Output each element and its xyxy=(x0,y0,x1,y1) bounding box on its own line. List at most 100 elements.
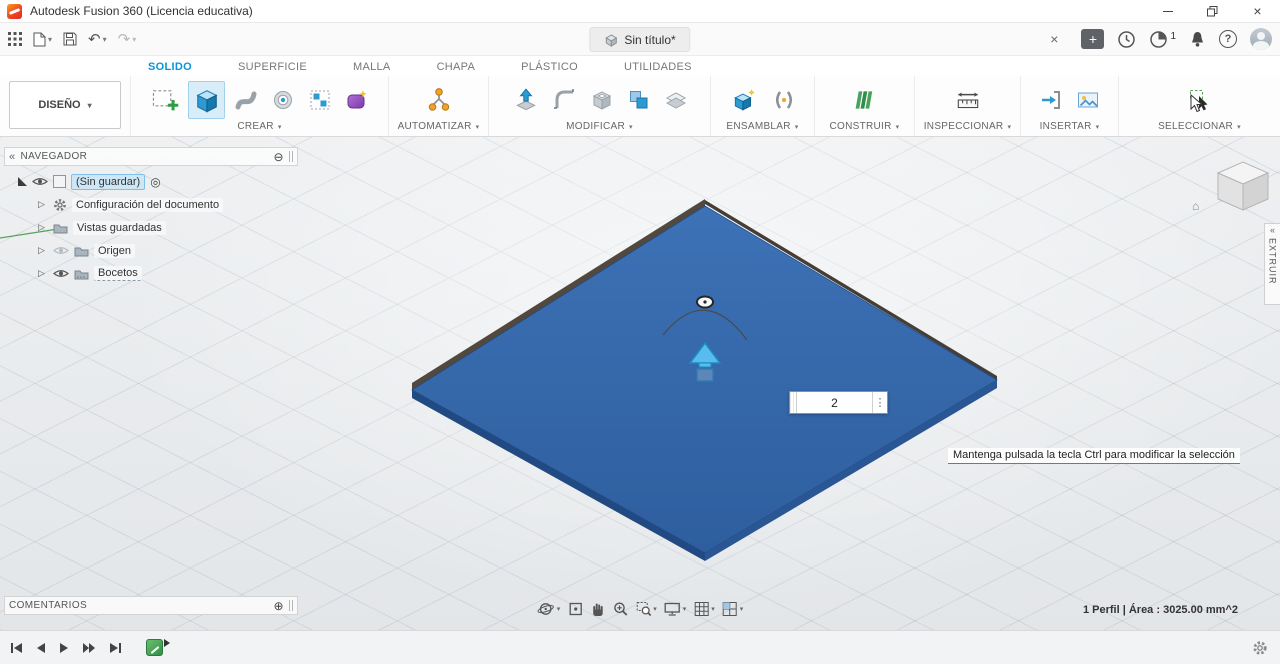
timeline-playhead-icon[interactable] xyxy=(164,639,170,647)
press-pull-tool[interactable] xyxy=(507,81,544,119)
minimize-button[interactable] xyxy=(1145,0,1190,22)
offset-plane-tool[interactable] xyxy=(660,83,692,117)
measure-tool[interactable] xyxy=(949,81,986,119)
restore-button[interactable] xyxy=(1190,0,1235,22)
new-component-tool[interactable] xyxy=(726,81,763,119)
document-name-label[interactable]: (Sin guardar) xyxy=(71,173,146,190)
group-modificar-dropdown[interactable]: MODIFICAR ▾ xyxy=(566,121,633,133)
navigator-header[interactable]: « NAVEGADOR ⊖ xyxy=(4,147,298,166)
undo-button[interactable]: ↶ ▾ xyxy=(88,30,107,48)
extrude-dialog-tab[interactable]: « EXTRUIR xyxy=(1264,223,1280,305)
step-back-button[interactable] xyxy=(36,642,46,654)
close-button[interactable]: × xyxy=(1235,0,1280,22)
extrude-base-handle[interactable] xyxy=(696,368,714,382)
comments-add-icon[interactable]: ⊕ xyxy=(274,599,284,613)
pattern-tool[interactable] xyxy=(304,83,336,117)
extrude-tool[interactable] xyxy=(188,81,225,119)
help-button[interactable]: ? xyxy=(1219,30,1237,48)
named-views-label[interactable]: Vistas guardadas xyxy=(73,220,166,235)
display-settings-button[interactable]: ▾ xyxy=(664,601,686,617)
viewports-button[interactable]: ▾ xyxy=(722,601,743,617)
expand-caret-icon[interactable]: ▷ xyxy=(38,222,48,233)
comments-grip-handle[interactable] xyxy=(289,600,293,611)
go-to-end-button[interactable] xyxy=(109,642,122,654)
design-workspace-dropdown[interactable]: DISEÑO ▾ xyxy=(9,81,121,129)
group-seleccionar-dropdown[interactable]: SELECCIONAR ▾ xyxy=(1158,121,1241,133)
job-status-button[interactable]: 1 xyxy=(1149,30,1176,49)
expand-caret-icon[interactable]: ▷ xyxy=(38,268,48,279)
comments-header[interactable]: COMENTARIOS ⊕ xyxy=(4,596,298,615)
shell-tool[interactable] xyxy=(586,83,618,117)
zoom-button[interactable] xyxy=(612,601,628,617)
timeline-settings-button[interactable] xyxy=(1252,640,1268,656)
look-at-button[interactable] xyxy=(567,601,583,617)
go-to-start-button[interactable] xyxy=(10,642,23,654)
construction-plane-tool[interactable] xyxy=(846,81,883,119)
revolve-tool[interactable] xyxy=(267,83,299,117)
group-crear-dropdown[interactable]: CREAR ▾ xyxy=(237,121,281,133)
file-menu-button[interactable]: ▾ xyxy=(33,32,52,47)
create-sketch-tool[interactable] xyxy=(146,81,183,119)
zoom-window-button[interactable]: ▾ xyxy=(635,601,657,617)
tab-plastico[interactable]: PLÁSTICO xyxy=(521,61,578,76)
orbit-button[interactable]: ▾ xyxy=(537,600,560,618)
sketches-label[interactable]: Bocetos xyxy=(94,266,142,281)
tab-utilidades[interactable]: UTILIDADES xyxy=(624,61,692,76)
joint-tool[interactable] xyxy=(768,83,800,117)
app-grid-button[interactable] xyxy=(8,32,22,46)
navigator-grip-handle[interactable] xyxy=(289,151,293,162)
expand-caret-icon[interactable]: ▷ xyxy=(38,199,48,210)
activate-component-radio[interactable]: ◎ xyxy=(150,175,160,189)
extrude-distance-input[interactable] xyxy=(797,392,872,413)
sync-status-button[interactable] xyxy=(1117,30,1136,49)
save-button[interactable] xyxy=(63,32,77,46)
visibility-eye-off-icon[interactable] xyxy=(53,245,69,256)
dim-box-drag-handle[interactable] xyxy=(790,392,797,413)
group-automatizar-dropdown[interactable]: AUTOMATIZAR ▾ xyxy=(398,121,480,133)
dim-spinner[interactable]: ⋮ xyxy=(872,392,887,413)
step-forward-button[interactable] xyxy=(82,642,96,654)
group-insertar-dropdown[interactable]: INSERTAR ▾ xyxy=(1040,121,1100,133)
visibility-eye-icon[interactable] xyxy=(53,268,69,279)
combine-tool[interactable] xyxy=(623,83,655,117)
document-tab[interactable]: Sin título* xyxy=(589,27,691,52)
extrude-distance-box[interactable]: ⋮ xyxy=(789,391,888,414)
viewcube-home-icon[interactable]: ⌂ xyxy=(1192,199,1199,213)
grid-snap-button[interactable]: ▾ xyxy=(693,601,715,617)
tab-malla[interactable]: MALLA xyxy=(353,61,391,76)
insert-tool[interactable] xyxy=(1035,83,1067,117)
automate-tool[interactable] xyxy=(420,81,457,119)
tree-row-sketches[interactable]: ▷ Bocetos xyxy=(14,262,294,285)
navigator-collapse-icon[interactable]: « xyxy=(9,151,16,163)
navigator-minimize-icon[interactable]: ⊖ xyxy=(274,150,284,164)
pan-button[interactable] xyxy=(590,601,605,617)
fillet-tool[interactable] xyxy=(549,83,581,117)
sweep-tool[interactable] xyxy=(230,83,262,117)
viewport-canvas[interactable]: « NAVEGADOR ⊖ (Sin guardar) ◎ ▷ Configur… xyxy=(0,137,1280,630)
new-tab-button[interactable]: + xyxy=(1081,29,1105,49)
timeline-sketch-feature[interactable] xyxy=(146,639,163,656)
tab-chapa[interactable]: CHAPA xyxy=(437,61,476,76)
play-button[interactable] xyxy=(59,642,69,654)
tab-solido[interactable]: SOLIDO xyxy=(148,61,192,76)
viewcube[interactable]: ⌂ xyxy=(1192,153,1272,219)
tree-row-document[interactable]: (Sin guardar) ◎ xyxy=(14,170,294,193)
tree-row-named-views[interactable]: ▷ Vistas guardadas xyxy=(14,216,294,239)
document-settings-label[interactable]: Configuración del documento xyxy=(72,197,224,212)
user-avatar[interactable] xyxy=(1250,28,1272,50)
document-tab-close-button[interactable]: × xyxy=(1050,31,1058,47)
insert-image-tool[interactable] xyxy=(1072,83,1104,117)
tree-row-document-settings[interactable]: ▷ Configuración del documento xyxy=(14,193,294,216)
group-construir-dropdown[interactable]: CONSTRUIR ▾ xyxy=(830,121,900,133)
group-ensamblar-dropdown[interactable]: ENSAMBLAR ▾ xyxy=(726,121,798,133)
origin-label[interactable]: Origen xyxy=(94,243,136,258)
redo-button[interactable]: ↷ ▾ xyxy=(118,30,137,48)
visibility-eye-icon[interactable] xyxy=(32,176,48,187)
expand-caret-icon[interactable]: ▷ xyxy=(38,245,48,256)
viewcube-cube[interactable] xyxy=(1210,155,1272,215)
tree-row-origin[interactable]: ▷ Origen xyxy=(14,239,294,262)
create-form-tool[interactable] xyxy=(341,83,373,117)
tab-superficie[interactable]: SUPERFICIE xyxy=(238,61,307,76)
notifications-button[interactable] xyxy=(1189,30,1206,48)
group-inspeccionar-dropdown[interactable]: INSPECCIONAR ▾ xyxy=(924,121,1012,133)
